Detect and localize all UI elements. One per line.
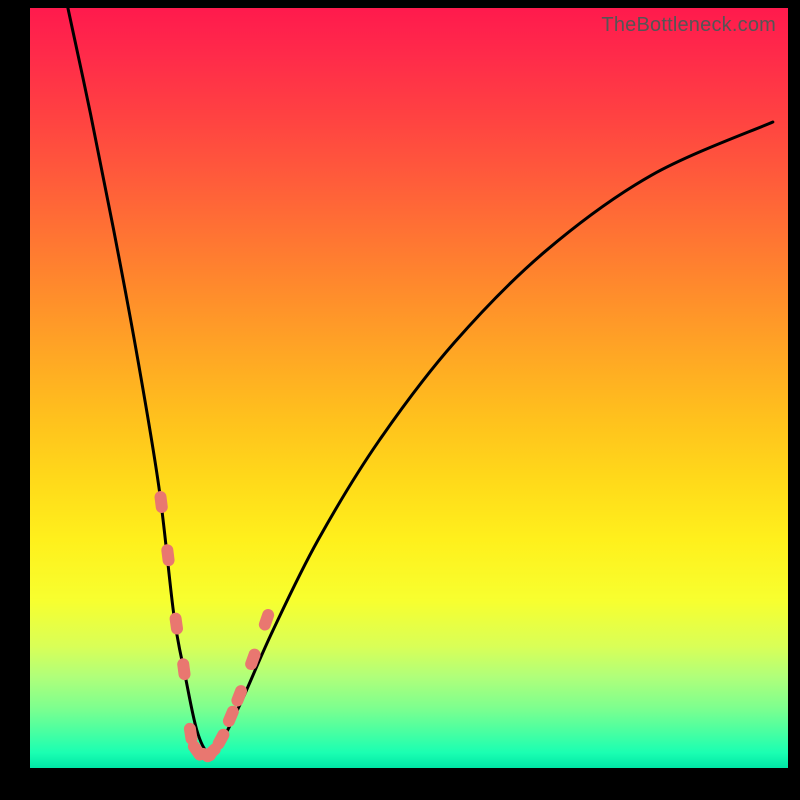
curve-layer	[30, 8, 788, 768]
curve-markers	[154, 490, 276, 764]
bottleneck-curve-path	[68, 8, 773, 754]
curve-marker	[230, 683, 249, 708]
plot-area: TheBottleneck.com	[30, 8, 788, 768]
curve-marker	[154, 490, 169, 513]
bottleneck-curve	[68, 8, 773, 754]
curve-marker	[176, 658, 191, 681]
chart-frame: TheBottleneck.com	[0, 0, 800, 800]
curve-marker	[169, 612, 184, 635]
curve-marker	[161, 544, 176, 567]
